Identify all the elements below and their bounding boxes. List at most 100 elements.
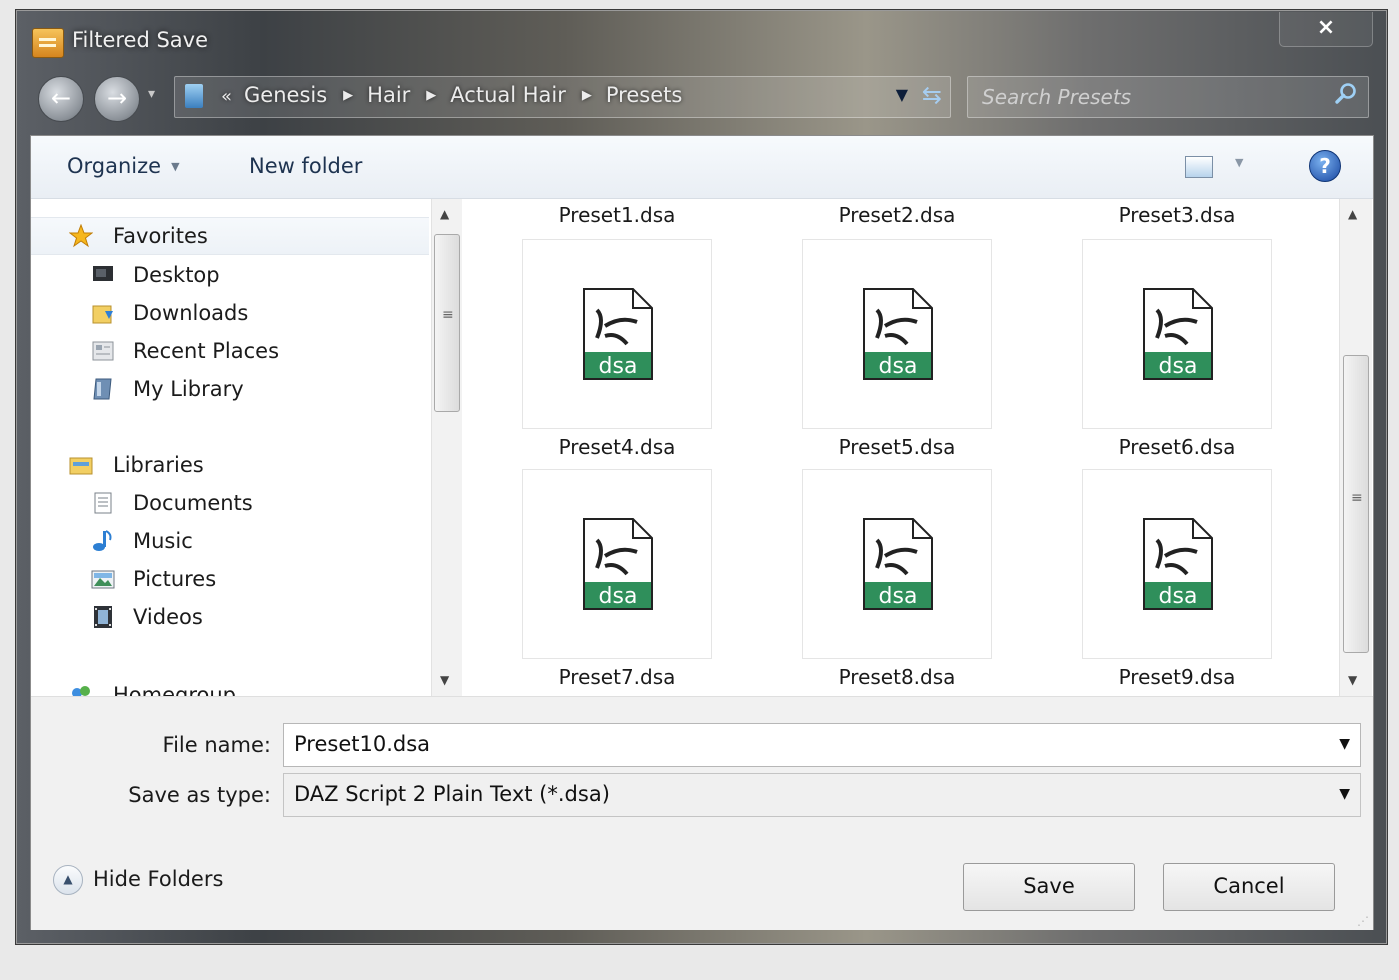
chevron-down-icon[interactable]: ▼: [1339, 786, 1350, 802]
scroll-down-icon[interactable]: ▼: [440, 673, 449, 687]
chevron-down-icon: ▼: [171, 160, 180, 173]
recent-places-icon: [92, 341, 114, 361]
scroll-up-icon[interactable]: ▲: [440, 207, 449, 221]
documents-icon: [94, 492, 112, 514]
sidebar-item-label: Homegroup: [113, 683, 237, 696]
file-ext-label: dsa: [879, 354, 918, 379]
sidebar-item-videos[interactable]: Videos: [31, 599, 429, 635]
refresh-icon[interactable]: ⇆: [922, 81, 942, 109]
file-label[interactable]: Preset4.dsa: [522, 435, 712, 459]
file-label[interactable]: Preset1.dsa: [522, 203, 712, 227]
file-tile[interactable]: dsa: [802, 239, 992, 429]
file-ext-label: dsa: [1159, 354, 1198, 379]
file-ext-label: dsa: [1159, 584, 1198, 609]
save-as-type-select[interactable]: DAZ Script 2 Plain Text (*.dsa) ▼: [283, 773, 1361, 817]
breadcrumb-genesis[interactable]: Genesis: [244, 83, 327, 107]
dsa-file-icon: dsa: [863, 288, 933, 380]
sidebar-item-label: Favorites: [113, 224, 208, 248]
grip-icon: ≡: [1351, 490, 1363, 506]
pictures-icon: [91, 570, 115, 589]
organize-label: Organize: [67, 154, 162, 178]
sidebar-item-homegroup[interactable]: Homegroup: [31, 677, 429, 696]
sidebar-item-recent-places[interactable]: Recent Places: [31, 333, 429, 369]
file-label[interactable]: Preset6.dsa: [1082, 435, 1272, 459]
file-label[interactable]: Preset2.dsa: [802, 203, 992, 227]
file-tile[interactable]: dsa: [1082, 469, 1272, 659]
sidebar-item-label: Music: [133, 529, 193, 553]
file-tile[interactable]: dsa: [802, 469, 992, 659]
sidebar-item-music[interactable]: Music: [31, 523, 429, 559]
file-tile[interactable]: dsa: [522, 469, 712, 659]
chevron-right-icon[interactable]: ▶: [582, 88, 592, 103]
title-bar: Filtered Save ×: [16, 10, 1387, 70]
homegroup-icon: [72, 686, 90, 696]
scroll-down-icon[interactable]: ▼: [1348, 673, 1357, 687]
search-icon[interactable]: [1334, 81, 1358, 105]
organize-menu[interactable]: Organize ▼: [67, 154, 180, 178]
resize-grip-icon[interactable]: ⋰: [1357, 914, 1369, 928]
file-tile[interactable]: dsa: [522, 239, 712, 429]
address-bar[interactable]: « Genesis ▶ Hair ▶ Actual Hair ▶ Presets ▼ ⇆: [174, 76, 951, 118]
sidebar-item-desktop[interactable]: Desktop: [31, 257, 429, 293]
breadcrumb-actual-hair[interactable]: Actual Hair: [450, 83, 566, 107]
chevron-right-icon[interactable]: ▶: [343, 88, 353, 103]
videos-icon: [94, 606, 112, 628]
sidebar-item-pictures[interactable]: Pictures: [31, 561, 429, 597]
hide-folders-label: Hide Folders: [93, 867, 224, 891]
scrollbar-thumb[interactable]: ≡: [1343, 355, 1369, 653]
sidebar-item-favorites[interactable]: Favorites: [31, 217, 429, 255]
window-title: Filtered Save: [72, 28, 209, 52]
search-box[interactable]: Search Presets: [967, 76, 1369, 118]
breadcrumb: « Genesis ▶ Hair ▶ Actual Hair ▶ Presets: [221, 83, 682, 107]
back-button[interactable]: ←: [38, 76, 84, 122]
breadcrumb-presets[interactable]: Presets: [606, 83, 682, 107]
navigation-pane: Favorites Desktop Downloads Recent Place…: [31, 199, 429, 696]
sidebar-item-label: My Library: [133, 377, 244, 401]
scroll-up-icon[interactable]: ▲: [1348, 207, 1357, 221]
file-label[interactable]: Preset7.dsa: [522, 665, 712, 689]
new-folder-button[interactable]: New folder: [249, 154, 362, 178]
dsa-file-icon: dsa: [583, 288, 653, 380]
folder-icon: [185, 84, 203, 108]
library-folder-icon: [93, 378, 112, 400]
file-label[interactable]: Preset3.dsa: [1082, 203, 1272, 227]
search-input[interactable]: Search Presets: [982, 85, 1131, 109]
forward-button[interactable]: →: [94, 76, 140, 122]
file-list-scrollbar[interactable]: ▲ ≡ ▼: [1339, 199, 1372, 696]
file-label[interactable]: Preset5.dsa: [802, 435, 992, 459]
file-ext-label: dsa: [599, 354, 638, 379]
sidebar-item-my-library[interactable]: My Library: [31, 371, 429, 407]
help-icon[interactable]: ?: [1309, 150, 1341, 182]
chevron-down-icon[interactable]: ▼: [1339, 736, 1350, 752]
change-view-icon[interactable]: [1185, 156, 1213, 178]
file-label[interactable]: Preset8.dsa: [802, 665, 992, 689]
navigation-pane-scrollbar[interactable]: ▲ ≡ ▼: [431, 199, 462, 696]
view-dropdown-icon[interactable]: ▼: [1235, 156, 1243, 169]
sidebar-item-downloads[interactable]: Downloads: [31, 295, 429, 331]
sidebar-item-label: Documents: [133, 491, 253, 515]
breadcrumb-overflow-icon[interactable]: «: [221, 86, 232, 107]
sidebar-item-documents[interactable]: Documents: [31, 485, 429, 521]
scrollbar-thumb[interactable]: ≡: [434, 234, 460, 412]
hide-folders-button[interactable]: ▲ Hide Folders: [53, 865, 223, 895]
chevron-up-icon: ▲: [53, 865, 83, 895]
chevron-right-icon[interactable]: ▶: [426, 88, 436, 103]
file-list: Preset1.dsa Preset2.dsa Preset3.dsa dsa P…: [465, 199, 1337, 696]
file-ext-label: dsa: [879, 584, 918, 609]
sidebar-item-libraries[interactable]: Libraries: [31, 447, 429, 483]
history-dropdown-icon[interactable]: ▾: [148, 86, 155, 102]
file-name-label: File name:: [162, 733, 271, 757]
close-button[interactable]: ×: [1279, 12, 1373, 47]
cancel-button[interactable]: Cancel: [1163, 863, 1335, 911]
sidebar-item-label: Recent Places: [133, 339, 280, 363]
file-name-input[interactable]: Preset10.dsa: [294, 732, 430, 756]
breadcrumb-hair[interactable]: Hair: [367, 83, 410, 107]
libraries-icon: [69, 457, 93, 475]
address-dropdown-icon[interactable]: ▼: [896, 85, 908, 104]
sidebar-item-label: Downloads: [133, 301, 249, 325]
sidebar-item-label: Videos: [133, 605, 203, 629]
file-label[interactable]: Preset9.dsa: [1082, 665, 1272, 689]
file-name-field[interactable]: Preset10.dsa ▼: [283, 723, 1361, 767]
save-button[interactable]: Save: [963, 863, 1135, 911]
file-tile[interactable]: dsa: [1082, 239, 1272, 429]
